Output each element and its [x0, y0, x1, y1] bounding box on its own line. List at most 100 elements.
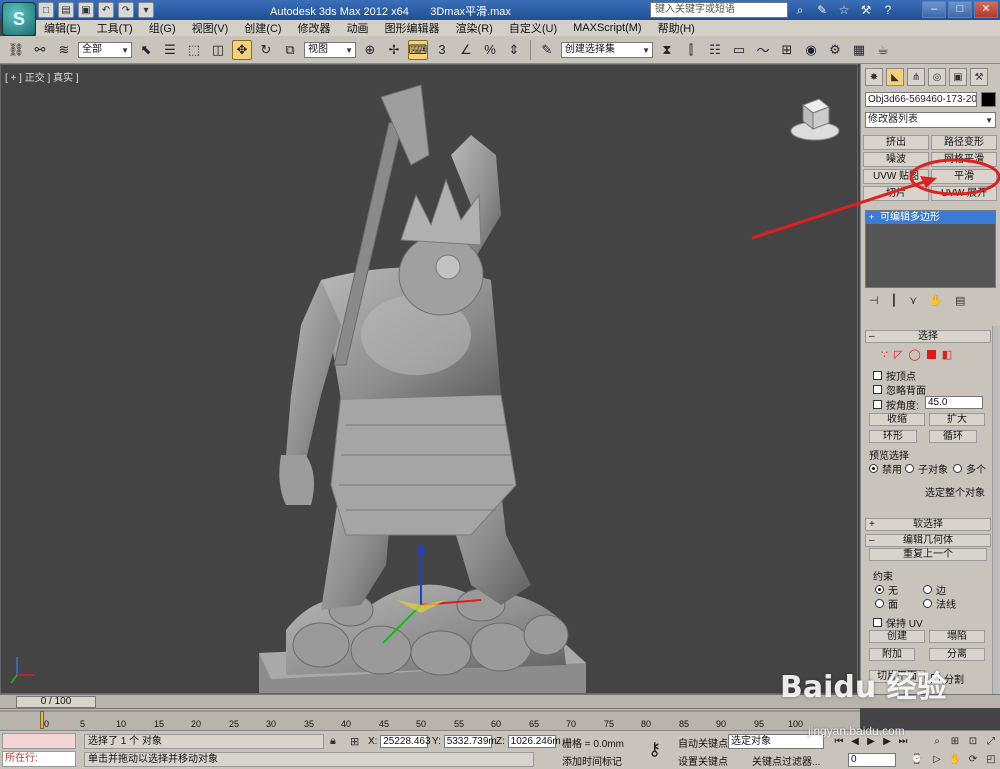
minimize-button[interactable]: –	[922, 1, 946, 18]
y-value-field[interactable]: 5332.739m	[443, 735, 497, 748]
ignore-backfacing-option[interactable]: 忽略背面	[873, 382, 926, 397]
track-bar[interactable]: 0 5 10 15 20 25 30 35 40 45 50 55 60 65 …	[0, 708, 860, 730]
create-button[interactable]: 创建	[869, 630, 925, 643]
bind-space-warp-icon[interactable]: ≋	[54, 40, 74, 60]
modifier-extrude-button[interactable]: 挤出	[863, 135, 929, 150]
schematic-view-icon[interactable]: ⊞	[777, 40, 797, 60]
select-scale-icon[interactable]: ⧉	[280, 40, 300, 60]
render-production-icon[interactable]: ☕	[873, 40, 893, 60]
absolute-mode-icon[interactable]: ⊞	[350, 735, 359, 748]
align-icon[interactable]: ⫿	[681, 40, 701, 60]
open-file-icon[interactable]: ▤	[58, 2, 74, 18]
constraint-face-radio[interactable]	[875, 599, 884, 608]
rect-selection-icon[interactable]: ⬚	[184, 40, 204, 60]
menu-rendering[interactable]: 渲染(R)	[448, 20, 501, 36]
preserve-uv-option[interactable]: 保持 UV	[873, 615, 923, 630]
menu-create[interactable]: 创建(C)	[236, 20, 289, 36]
select-rotate-icon[interactable]: ↻	[256, 40, 276, 60]
attach-button[interactable]: 附加	[869, 648, 915, 661]
tools-icon[interactable]: ✎	[814, 2, 830, 18]
angle-spinner[interactable]: 45.0	[925, 396, 983, 409]
grow-button[interactable]: 扩大	[929, 413, 985, 426]
menu-animation[interactable]: 动画	[339, 20, 377, 36]
constraint-none-option[interactable]: 无	[875, 582, 898, 597]
material-editor-icon[interactable]: ◉	[801, 40, 821, 60]
unlink-icon[interactable]: ⚯	[30, 40, 50, 60]
modifier-uvw-map-button[interactable]: UVW 贴图	[863, 169, 929, 184]
mirror-icon[interactable]: ⧗	[657, 40, 677, 60]
percent-snap-icon[interactable]: %	[480, 40, 500, 60]
collapse-button[interactable]: 塌陷	[929, 630, 985, 643]
menu-maxscript[interactable]: MAXScript(M)	[565, 22, 649, 34]
by-angle-checkbox[interactable]	[873, 400, 882, 409]
menu-tools[interactable]: 工具(T)	[89, 20, 141, 36]
vertex-level-icon[interactable]: ∵	[881, 348, 888, 361]
preserve-uv-checkbox[interactable]	[873, 618, 882, 627]
by-angle-option[interactable]: 按角度:	[873, 397, 919, 412]
field-of-view-icon[interactable]: ▷	[930, 753, 944, 767]
utilities-tab-icon[interactable]: ⚒	[970, 68, 988, 86]
new-file-icon[interactable]: □	[38, 2, 54, 18]
angle-snap-icon[interactable]: ∠	[456, 40, 476, 60]
time-slider-thumb[interactable]: 0 / 100	[16, 696, 96, 708]
zoom-all-icon[interactable]: ⊞	[948, 735, 962, 749]
border-level-icon[interactable]: ◯	[908, 348, 920, 361]
menu-graph-editors[interactable]: 图形编辑器	[377, 20, 448, 36]
select-manipulate-icon[interactable]: ✢	[384, 40, 404, 60]
maxscript-listener-input[interactable]	[2, 733, 76, 749]
app-logo[interactable]: S	[2, 2, 36, 36]
preview-multi-radio[interactable]	[953, 464, 962, 473]
link-icon[interactable]: ⛓	[6, 40, 26, 60]
preview-disabled-radio[interactable]	[869, 464, 878, 473]
hierarchy-tab-icon[interactable]: ⋔	[907, 68, 925, 86]
reference-coord-select[interactable]: 视图	[304, 41, 356, 58]
selection-rollout-header[interactable]: – 选择	[865, 330, 991, 343]
modify-tab-icon[interactable]: ◣	[886, 68, 904, 86]
constraint-face-option[interactable]: 面	[875, 596, 898, 611]
select-move-icon[interactable]: ✥	[232, 39, 252, 60]
select-object-icon[interactable]: ⬉	[136, 40, 156, 60]
help-search-input[interactable]: 键入关键字或短语	[650, 2, 788, 18]
edit-geometry-rollout-header[interactable]: – 编辑几何体	[865, 534, 991, 547]
menu-help[interactable]: 帮助(H)	[650, 20, 703, 36]
wrench-icon[interactable]: ⚒	[858, 2, 874, 18]
repeat-last-button[interactable]: 重复上一个	[869, 548, 987, 561]
current-frame-field[interactable]: 0	[848, 753, 896, 767]
polygon-level-icon[interactable]	[926, 350, 936, 359]
preview-subobject-radio[interactable]	[905, 464, 914, 473]
selection-filter-select[interactable]: 全部	[78, 41, 132, 58]
select-by-name-icon[interactable]: ☰	[160, 40, 180, 60]
time-config-icon[interactable]: ⌚	[910, 753, 924, 767]
zoom-icon[interactable]: ⌕	[930, 735, 944, 749]
binoculars-icon[interactable]: ⌕	[792, 2, 808, 18]
star-icon[interactable]: ☆	[836, 2, 852, 18]
modifier-unwrap-uvw-button[interactable]: UVW 展开	[931, 186, 997, 201]
edit-named-sets-icon[interactable]: ✎	[537, 40, 557, 60]
modifier-smooth-button[interactable]: 平滑	[931, 169, 997, 184]
z-value-field[interactable]: 1026.246m	[507, 735, 561, 748]
constraint-normal-option[interactable]: 法线	[923, 596, 956, 611]
orbit-icon[interactable]: ⟳	[966, 753, 980, 767]
motion-tab-icon[interactable]: ◎	[928, 68, 946, 86]
element-level-icon[interactable]: ◧	[942, 348, 952, 361]
edge-level-icon[interactable]: ◸	[894, 348, 902, 361]
graphite-ribbon-icon[interactable]: ▭	[729, 40, 749, 60]
menu-modifiers[interactable]: 修改器	[290, 20, 339, 36]
ring-button[interactable]: 环形	[869, 430, 917, 443]
snaps-toggle-icon[interactable]: 3	[432, 40, 452, 60]
x-value-field[interactable]: 25228.463	[380, 735, 431, 748]
modifier-list-select[interactable]: 修改器列表	[865, 112, 996, 128]
modifier-slice-button[interactable]: 切片	[863, 186, 929, 201]
named-selection-select[interactable]: 创建选择集	[561, 41, 653, 58]
by-vertex-option[interactable]: 按顶点	[873, 368, 916, 383]
redo-icon[interactable]: ↷	[118, 2, 134, 18]
modifier-path-deform-button[interactable]: 路径变形	[931, 135, 997, 150]
pan-icon[interactable]: ✋	[948, 753, 962, 767]
display-tab-icon[interactable]: ▣	[949, 68, 967, 86]
help-icon[interactable]: ?	[880, 2, 896, 18]
menu-views[interactable]: 视图(V)	[184, 20, 237, 36]
auto-key-button[interactable]: 自动关键点	[678, 735, 728, 750]
perspective-viewport[interactable]: [ + ] 正交 ] 真实 ]	[0, 64, 858, 694]
save-file-icon[interactable]: ▣	[78, 2, 94, 18]
object-color-swatch[interactable]	[981, 92, 996, 107]
